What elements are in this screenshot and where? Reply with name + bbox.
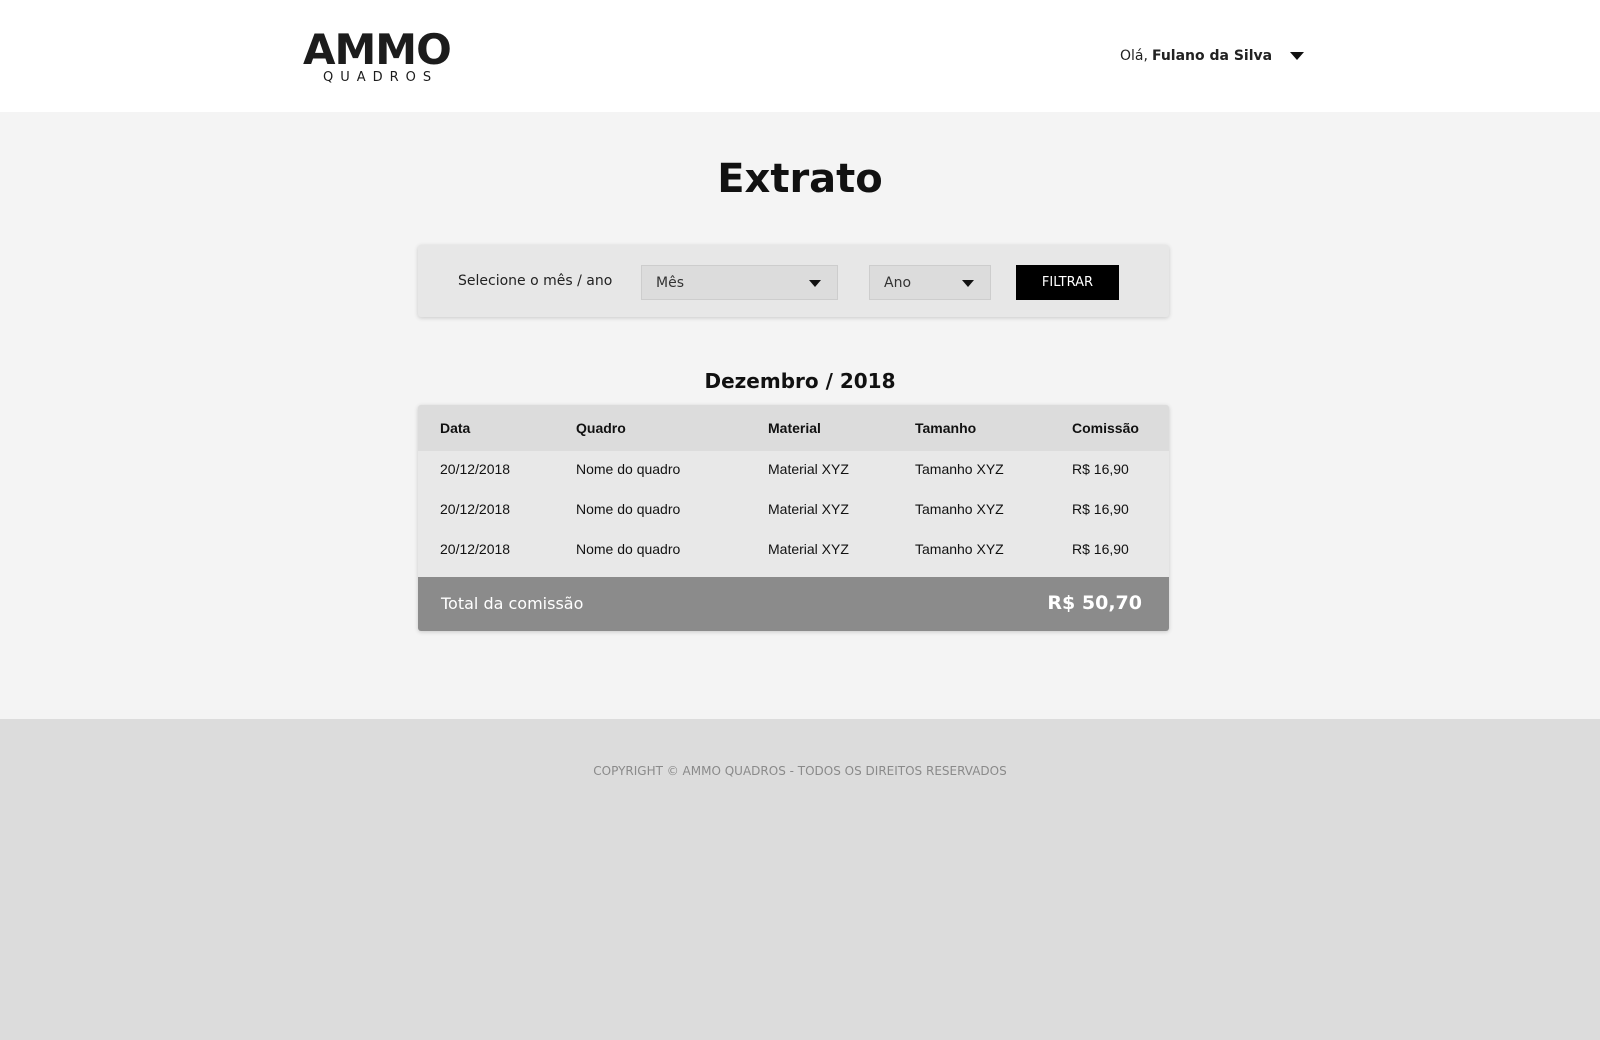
filter-button[interactable]: FILTRAR — [1016, 265, 1119, 300]
cell-commission: R$ 16,90 — [1072, 541, 1129, 557]
cell-size: Tamanho XYZ — [915, 541, 1004, 557]
cell-material: Material XYZ — [768, 461, 849, 477]
table-row: 20/12/2018 Nome do quadro Material XYZ T… — [418, 491, 1169, 531]
cell-material: Material XYZ — [768, 541, 849, 557]
brand-logo[interactable]: AMMO QUADROS — [303, 28, 452, 86]
commission-total-bar: Total da comissão R$ 50,70 — [418, 577, 1169, 631]
year-select-value: Ano — [884, 275, 912, 291]
logo-subtitle: QUADROS — [323, 70, 439, 85]
column-header-material: Material — [768, 420, 821, 436]
chevron-down-icon[interactable] — [1290, 52, 1305, 60]
logo-wordmark: AMMO — [303, 25, 452, 74]
column-header-comissao: Comissão — [1072, 420, 1139, 436]
cell-frame: Nome do quadro — [576, 541, 681, 557]
cell-material: Material XYZ — [768, 501, 849, 517]
column-header-quadro: Quadro — [576, 420, 626, 436]
column-header-tamanho: Tamanho — [915, 420, 977, 436]
user-name: Fulano da Silva — [1151, 48, 1273, 64]
cell-frame: Nome do quadro — [576, 461, 681, 477]
cell-commission: R$ 16,90 — [1072, 461, 1129, 477]
table-row: 20/12/2018 Nome do quadro Material XYZ T… — [418, 531, 1169, 571]
cell-size: Tamanho XYZ — [915, 501, 1004, 517]
cell-size: Tamanho XYZ — [915, 461, 1004, 477]
cell-date: 20/12/2018 — [440, 461, 511, 477]
month-select[interactable]: Mês — [641, 265, 838, 300]
statement-table: Data Quadro Material Tamanho Comissão 20… — [418, 405, 1169, 631]
main-content: Extrato Selecione o mês / ano Mês Ano FI… — [0, 112, 1600, 719]
filter-bar: Selecione o mês / ano Mês Ano FILTRAR — [418, 245, 1169, 317]
filter-label: Selecione o mês / ano — [458, 273, 613, 289]
site-header: AMMO QUADROS Olá, Fulano da Silva — [0, 0, 1600, 112]
chevron-down-icon — [809, 280, 821, 287]
cell-commission: R$ 16,90 — [1072, 501, 1129, 517]
total-value: R$ 50,70 — [1047, 592, 1142, 614]
column-header-data: Data — [440, 420, 471, 436]
copyright-text: COPYRIGHT © AMMO QUADROS - TODOS OS DIRE… — [593, 764, 1007, 778]
month-select-value: Mês — [656, 275, 684, 291]
chevron-down-icon — [962, 280, 974, 287]
total-label: Total da comissão — [441, 594, 584, 613]
page-title: Extrato — [717, 156, 883, 202]
table-header: Data Quadro Material Tamanho Comissão — [418, 405, 1169, 451]
cell-date: 20/12/2018 — [440, 501, 511, 517]
cell-frame: Nome do quadro — [576, 501, 681, 517]
cell-date: 20/12/2018 — [440, 541, 511, 557]
year-select[interactable]: Ano — [869, 265, 991, 300]
site-footer: COPYRIGHT © AMMO QUADROS - TODOS OS DIRE… — [0, 719, 1600, 1040]
user-menu[interactable]: Olá, Fulano da Silva — [1120, 44, 1305, 68]
user-greeting: Olá, — [1120, 48, 1148, 64]
table-row: 20/12/2018 Nome do quadro Material XYZ T… — [418, 451, 1169, 491]
period-title: Dezembro / 2018 — [704, 369, 896, 393]
